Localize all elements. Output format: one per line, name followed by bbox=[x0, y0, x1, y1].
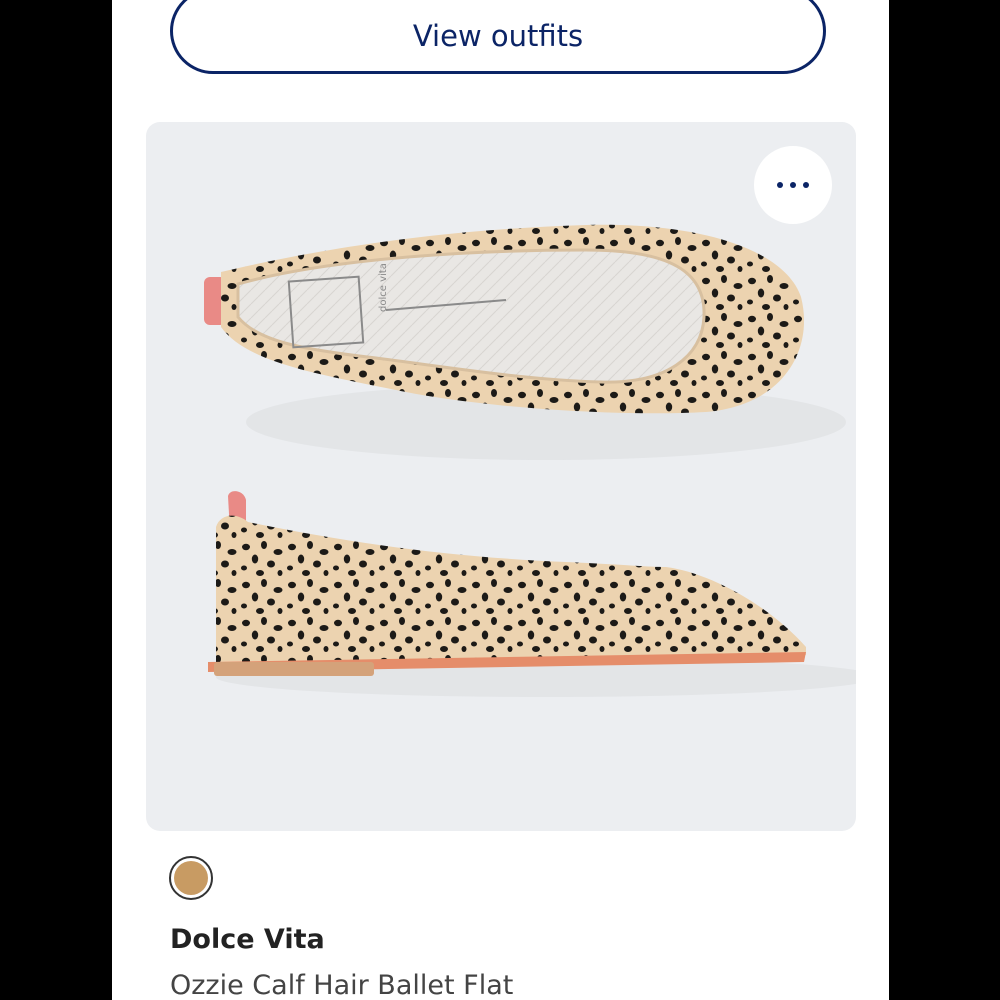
shoe-top-view: dolce vita bbox=[204, 224, 846, 460]
product-page: View outfits dolce vita Dolce Vita Ozzie… bbox=[112, 0, 889, 1000]
insole-brand-mark: dolce vita bbox=[378, 263, 389, 312]
more-horizontal-icon bbox=[777, 182, 809, 188]
shoe-side-view bbox=[208, 491, 856, 697]
color-swatch[interactable] bbox=[169, 856, 213, 900]
more-options-button[interactable] bbox=[754, 146, 832, 224]
view-outfits-label: View outfits bbox=[412, 19, 584, 53]
view-outfits-button[interactable]: View outfits bbox=[170, 0, 826, 74]
product-brand[interactable]: Dolce Vita bbox=[170, 924, 325, 955]
product-name[interactable]: Ozzie Calf Hair Ballet Flat bbox=[170, 970, 513, 1000]
color-swatch-fill bbox=[174, 861, 208, 895]
product-image[interactable]: dolce vita bbox=[146, 122, 856, 831]
product-image-card[interactable]: dolce vita bbox=[146, 122, 856, 831]
